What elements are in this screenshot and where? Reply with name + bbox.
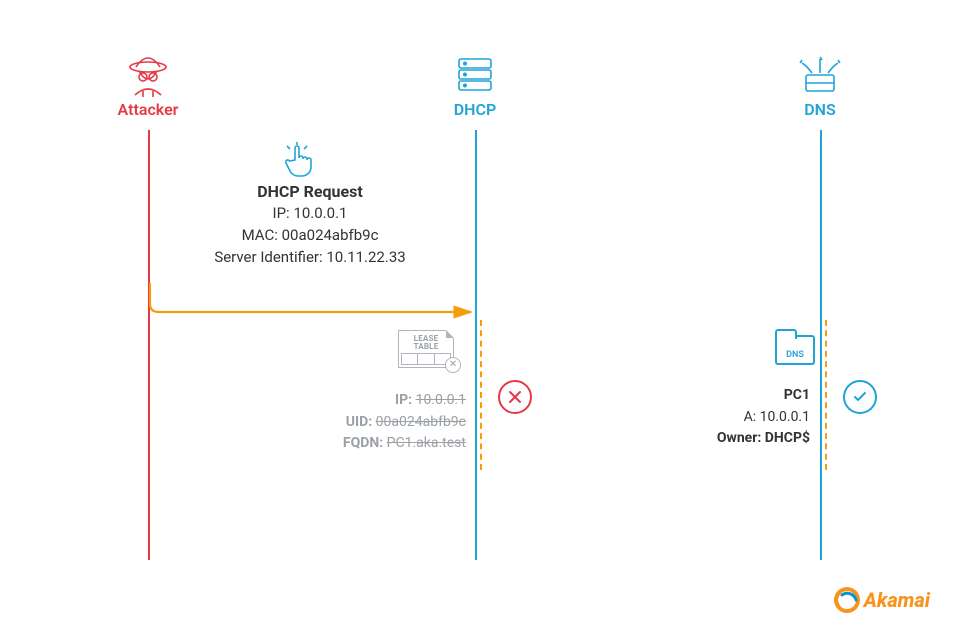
mac-value: 00a024abfb9c: [282, 226, 379, 244]
ip-label: IP:: [273, 204, 290, 222]
lease-tile-caption-2: TABLE: [414, 342, 439, 351]
dns-record-title: PC1: [650, 385, 810, 407]
dns-a-value: 10.0.0.1: [760, 409, 810, 425]
lease-uid-value: 00a024abfb9c: [376, 414, 466, 430]
dhcp-server-icon: [445, 55, 505, 99]
sid-value: 10.11.22.33: [326, 248, 405, 266]
lease-ip-value: 10.0.0.1: [416, 392, 466, 408]
dns-status-ok-icon: [843, 380, 877, 414]
brand-name: Akamai: [864, 588, 930, 612]
lease-ip-label: IP:: [395, 392, 412, 408]
dns-a-label: A:: [744, 409, 757, 425]
dns-owner-label: Owner:: [717, 430, 761, 446]
dns-label: DNS: [760, 100, 880, 119]
dhcp-request-box: DHCP Request IP: 10.0.0.1 MAC: 00a024abf…: [160, 180, 460, 268]
mac-label: MAC:: [242, 226, 278, 244]
attacker-icon: [118, 55, 178, 101]
dhcp-request-title: DHCP Request: [160, 180, 460, 203]
akamai-logo: Akamai: [834, 587, 930, 613]
attacker-label: Attacker: [88, 100, 208, 119]
lease-uid-label: UID:: [346, 414, 372, 430]
dns-activation-bar: [825, 320, 827, 470]
dns-lifeline: [820, 130, 822, 560]
sid-label: Server Identifier:: [214, 248, 322, 266]
dhcp-lifeline: [475, 130, 477, 560]
lease-table-note: IP: 10.0.0.1 UID: 00a024abfb9c FQDN: PC1…: [298, 390, 466, 455]
dns-record-owner-row: Owner: DHCP$: [650, 428, 810, 450]
dhcp-request-mac-row: MAC: 00a024abfb9c: [160, 225, 460, 247]
dhcp-request-ip-row: IP: 10.0.0.1: [160, 203, 460, 225]
lease-fqdn-value: PC1.aka.test: [387, 435, 466, 451]
dns-record-a-row: A: 10.0.0.1: [650, 407, 810, 429]
dhcp-status-fail-icon: [498, 380, 532, 414]
diagram-stage: Attacker DHCP DNS DHCP Request IP: 10.0.…: [0, 0, 960, 631]
hand-pointer-icon: [281, 140, 317, 184]
lease-table-icon: LEASETABLE ✕: [398, 330, 454, 368]
dns-record-note: PC1 A: 10.0.0.1 Owner: DHCP$: [650, 385, 810, 450]
attacker-lifeline: [148, 130, 150, 560]
dns-owner-value: DHCP$: [765, 430, 810, 446]
dhcp-label: DHCP: [415, 100, 535, 119]
arrow-attacker-to-dhcp: [149, 282, 479, 322]
dhcp-request-sid-row: Server Identifier: 10.11.22.33: [160, 247, 460, 269]
dns-server-icon: [790, 55, 850, 101]
ip-value: 10.0.0.1: [293, 204, 347, 222]
lease-fqdn-label: FQDN:: [343, 435, 383, 451]
dns-folder-label: DNS: [777, 350, 813, 360]
dns-folder-icon: DNS: [775, 335, 815, 365]
dhcp-activation-bar: [480, 320, 482, 470]
